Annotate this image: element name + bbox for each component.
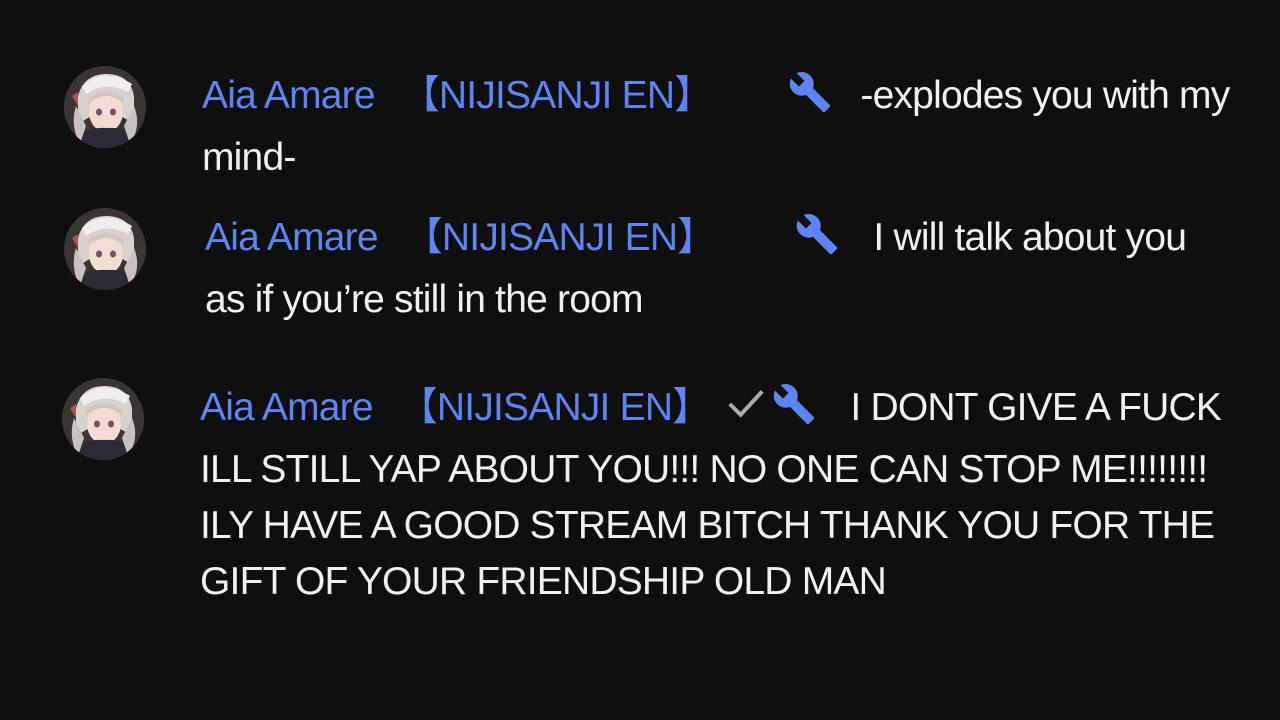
- channel-tag: 【NIJISANJI EN】: [400, 74, 713, 117]
- author-name[interactable]: Aia Amare: [205, 216, 379, 259]
- avatar[interactable]: [64, 208, 146, 290]
- avatar-image: [62, 378, 144, 460]
- wrench-icon: [791, 212, 843, 272]
- avatar-image: [64, 66, 146, 148]
- avatar[interactable]: [64, 66, 146, 148]
- wrench-icon: [768, 382, 820, 442]
- author-name[interactable]: Aia Amare: [202, 74, 376, 117]
- wrench-icon: [784, 70, 836, 130]
- message-body: Aia Amare 【NIJISANJI EN】 -explodes you wit…: [202, 68, 1242, 186]
- avatar[interactable]: [62, 378, 144, 460]
- message-body: Aia Amare 【NIJISANJI EN】 I will talk about…: [205, 210, 1205, 328]
- author-name[interactable]: Aia Amare: [200, 386, 374, 429]
- message-body: Aia Amare 【NIJISANJI EN】 I DONT GIVE A FUC…: [200, 380, 1240, 610]
- avatar-image: [64, 208, 146, 290]
- channel-tag: 【NIJISANJI EN】: [398, 386, 711, 429]
- verified-checkmark-icon: [724, 382, 768, 438]
- channel-tag: 【NIJISANJI EN】: [403, 216, 716, 259]
